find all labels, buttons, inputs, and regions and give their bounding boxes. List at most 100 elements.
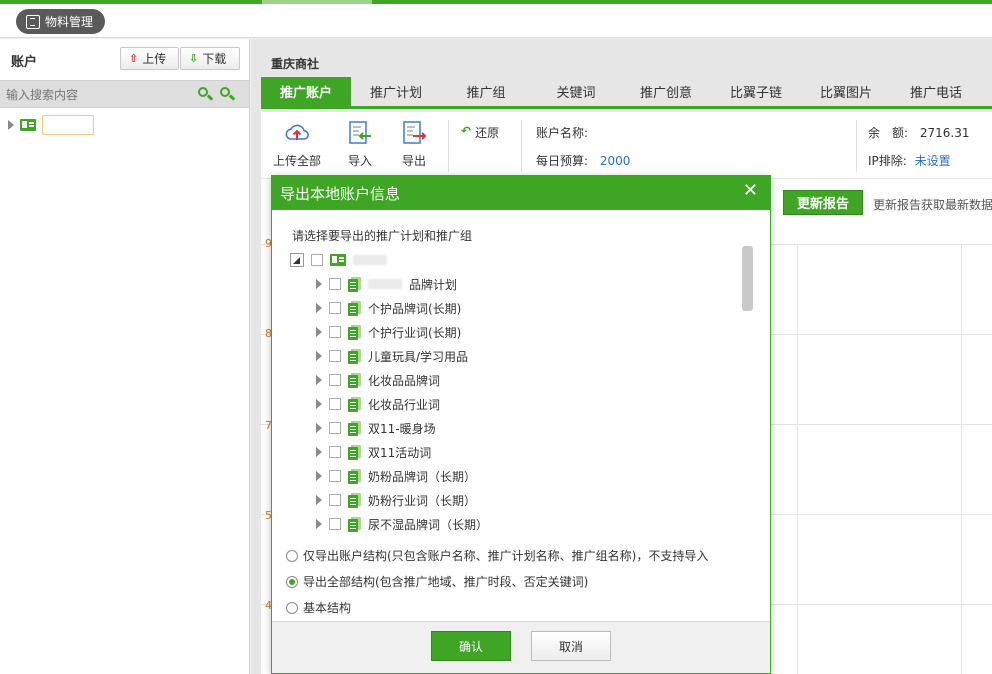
plan-name-redacted [368,279,402,289]
plan-checkbox[interactable] [329,302,341,314]
tab-images[interactable]: 比翼图片 [801,77,891,106]
account-name-redacted[interactable] [42,115,94,135]
tab-account[interactable]: 推广账户 [261,77,351,106]
app-title: 物料管理 [45,15,94,29]
update-report-button[interactable]: 更新报告 [783,190,863,215]
expand-icon[interactable] [316,519,322,529]
plan-checkbox[interactable] [329,350,341,362]
cancel-button[interactable]: 取消 [531,631,611,661]
plan-icon [348,492,361,508]
tab-bar: 推广账户 推广计划 推广组 关键词 推广创意 比翼子链 比翼图片 推广电话 [261,77,992,109]
close-icon[interactable]: ✕ [743,180,758,201]
plan-checkbox[interactable] [329,326,341,338]
app-menu-button[interactable]: 物料管理 [16,9,105,34]
confirm-button[interactable]: 确认 [431,631,511,661]
option-structure-only[interactable]: 仅导出账户结构(只包含账户名称、推广计划名称、推广组名称)，不支持导入 [286,547,708,564]
tab-plans[interactable]: 推广计划 [351,77,441,106]
plan-label: 化妆品品牌词 [368,373,441,388]
radio-button[interactable] [286,549,298,562]
tab-creatives[interactable]: 推广创意 [621,77,711,106]
account-name-label: 账户名称: [536,126,589,140]
tree-scrollbar[interactable] [741,246,755,542]
tree-row[interactable]: 品牌计划 [316,274,457,294]
tree-row[interactable]: 双11活动词 [316,442,431,462]
option-basic-structure[interactable]: 基本结构 [286,599,351,616]
expand-icon[interactable] [316,327,322,337]
collapse-icon[interactable] [290,253,304,267]
plan-checkbox[interactable] [329,374,341,386]
scrollbar-thumb[interactable] [742,246,753,311]
plan-label: 个护行业词(长期) [368,325,462,340]
tree-row[interactable]: 尿不湿品牌词（长期） [316,514,488,534]
dialog-prompt: 请选择要导出的推广计划和推广组 [292,229,473,243]
account-tree-row[interactable] [8,115,94,135]
plan-icon [348,516,361,532]
tree-row[interactable]: 化妆品行业词 [316,394,440,414]
plan-checkbox[interactable] [329,446,341,458]
tree-row[interactable]: 化妆品品牌词 [316,370,440,390]
expand-icon[interactable] [316,471,322,481]
plan-checkbox[interactable] [329,278,341,290]
tree-row[interactable]: 奶粉品牌词（长期） [316,466,476,486]
plan-tree: 品牌计划 个护品牌词(长期) 个护行业词(长期) 儿童玩具/学习用品 化妆品品牌… [288,248,728,538]
tab-keywords[interactable]: 关键词 [531,77,621,106]
tree-row[interactable]: 奶粉行业词（长期） [316,490,476,510]
dialog-header: 导出本地账户信息 ✕ [272,176,770,210]
plan-icon [348,372,361,388]
ip-exclusion: IP排除: 未设置 [868,154,951,168]
import-button[interactable]: 导入 [347,120,373,169]
restore-button[interactable]: ↶ 还原 [461,124,499,141]
plan-label: 个护品牌词(长期) [368,301,462,316]
ip-exclusion-value[interactable]: 未设置 [915,154,951,168]
plan-checkbox[interactable] [329,398,341,410]
app-header: 物料管理 [0,4,992,38]
toolbar-divider [448,120,449,172]
undo-icon: ↶ [461,124,472,138]
radio-button-selected[interactable] [286,575,298,588]
plan-icon [348,468,361,484]
expand-icon[interactable] [316,495,322,505]
grid-line [961,244,962,674]
balance-value: 2716.31 [919,126,970,140]
download-button[interactable]: ⇩ 下载 [180,47,240,70]
tab-sublinks[interactable]: 比翼子链 [711,77,801,106]
expand-icon[interactable] [316,399,322,409]
dialog-title: 导出本地账户信息 [280,184,401,203]
option-full-structure[interactable]: 导出全部结构(包含推广地域、推广时段、否定关键词) [286,573,588,590]
expand-icon[interactable] [316,375,322,385]
expand-icon[interactable] [316,423,322,433]
plan-label: 化妆品行业词 [368,397,441,412]
search-icon[interactable] [220,87,236,102]
expand-icon[interactable] [316,351,322,361]
expand-icon[interactable] [316,279,322,289]
account-card-icon [20,119,36,131]
radio-button[interactable] [286,601,298,614]
export-icon [403,121,427,144]
tab-phone[interactable]: 推广电话 [891,77,981,106]
plan-checkbox[interactable] [329,470,341,482]
user-search-icon[interactable] [198,87,214,102]
export-button[interactable]: 导出 [401,120,427,169]
upload-button[interactable]: ⇧ 上传 [120,47,179,70]
upload-all-button[interactable]: 上传全部 [273,120,321,169]
tab-groups[interactable]: 推广组 [441,77,531,106]
toolbar: 上传全部 导入 导出 ↶ 还原 账户名称: 每日预算: 2000 余 额: 27… [261,112,992,178]
plan-label: 儿童玩具/学习用品 [368,349,469,364]
search-input[interactable] [6,85,186,105]
plan-checkbox[interactable] [329,422,341,434]
budget-value[interactable]: 2000 [600,154,631,168]
account-card-icon [330,254,346,266]
plan-icon [348,396,361,412]
tree-row[interactable]: 个护品牌词(长期) [316,298,461,318]
plan-checkbox[interactable] [329,494,341,506]
expand-icon[interactable] [316,303,322,313]
tree-row[interactable]: 个护行业词(长期) [316,322,461,342]
tree-row[interactable]: 儿童玩具/学习用品 [316,346,468,366]
import-icon [349,121,371,144]
tree-row[interactable]: 双11-暖身场 [316,418,436,438]
expand-icon[interactable] [316,447,322,457]
expand-icon[interactable] [8,120,14,130]
root-checkbox[interactable] [311,254,323,266]
upload-icon: ⇧ [129,52,139,65]
plan-checkbox[interactable] [329,518,341,530]
